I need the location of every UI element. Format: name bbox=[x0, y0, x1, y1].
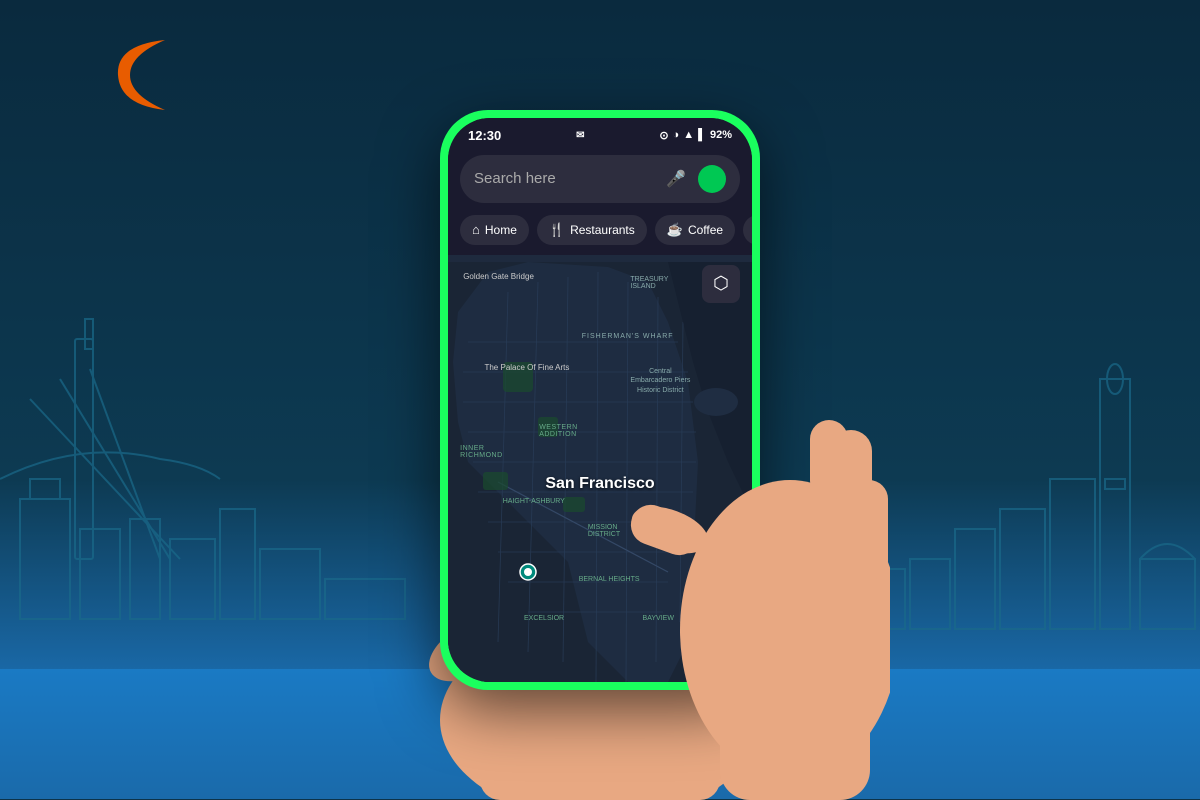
right-hand bbox=[610, 350, 890, 800]
system-icons: ⊙ ◑ ▲ ▌ 92% bbox=[659, 129, 732, 142]
status-bar: 12:30 ✉ ⊙ ◑ ▲ ▌ 92% bbox=[448, 118, 752, 149]
layers-button[interactable]: ⬡ bbox=[702, 265, 740, 303]
main-scene: 12:30 ✉ ⊙ ◑ ▲ ▌ 92% Search here 🎤 bbox=[0, 0, 1200, 799]
battery-level: 92% bbox=[710, 129, 732, 141]
fork-knife-icon: 🍴 bbox=[549, 222, 565, 238]
filter-chips: ⌂ Home 🍴 Restaurants ☕ Coffee ▼ B… bbox=[448, 211, 752, 255]
search-bar[interactable]: Search here 🎤 bbox=[460, 155, 740, 203]
notification-icon: ✉ bbox=[576, 130, 584, 141]
map-label-excelsior: EXCELSIOR bbox=[524, 615, 564, 622]
map-label-fishermans: FISHERMAN'S WHARF bbox=[582, 333, 674, 340]
hand-phone-container: 12:30 ✉ ⊙ ◑ ▲ ▌ 92% Search here 🎤 bbox=[340, 60, 860, 780]
map-label-haight: HAIGHT-ASHBURY bbox=[503, 498, 565, 505]
wifi-icon: ▲ bbox=[683, 129, 694, 141]
search-placeholder: Search here bbox=[474, 170, 654, 187]
chip-bars[interactable]: ▼ B… bbox=[743, 215, 752, 245]
chip-home[interactable]: ⌂ Home bbox=[460, 215, 529, 245]
signal-icon: ▌ bbox=[698, 129, 706, 141]
coffee-icon: ☕ bbox=[667, 222, 683, 238]
microphone-icon[interactable]: 🎤 bbox=[662, 165, 690, 193]
map-label-treasure: TREASURYISLAND bbox=[630, 276, 668, 290]
chip-restaurants[interactable]: 🍴 Restaurants bbox=[537, 215, 647, 245]
chip-coffee-label: Coffee bbox=[688, 223, 723, 237]
map-label-richmond: INNERRICHMOND bbox=[460, 445, 503, 459]
map-label-palace: The Palace Of Fine Arts bbox=[484, 363, 569, 372]
map-label-ggb: Golden Gate Bridge bbox=[463, 272, 534, 281]
volume-icon: ◑ bbox=[673, 129, 680, 141]
clock: 12:30 bbox=[468, 128, 501, 143]
location-icon: ⊙ bbox=[659, 129, 668, 142]
chip-home-label: Home bbox=[485, 223, 517, 237]
layers-icon: ⬡ bbox=[713, 273, 729, 294]
map-label-western: WESTERNADDITION bbox=[539, 424, 578, 438]
profile-avatar[interactable] bbox=[698, 165, 726, 193]
chip-coffee[interactable]: ☕ Coffee bbox=[655, 215, 735, 245]
search-container: Search here 🎤 bbox=[448, 149, 752, 211]
chip-restaurants-label: Restaurants bbox=[570, 223, 635, 237]
home-icon: ⌂ bbox=[472, 222, 480, 237]
